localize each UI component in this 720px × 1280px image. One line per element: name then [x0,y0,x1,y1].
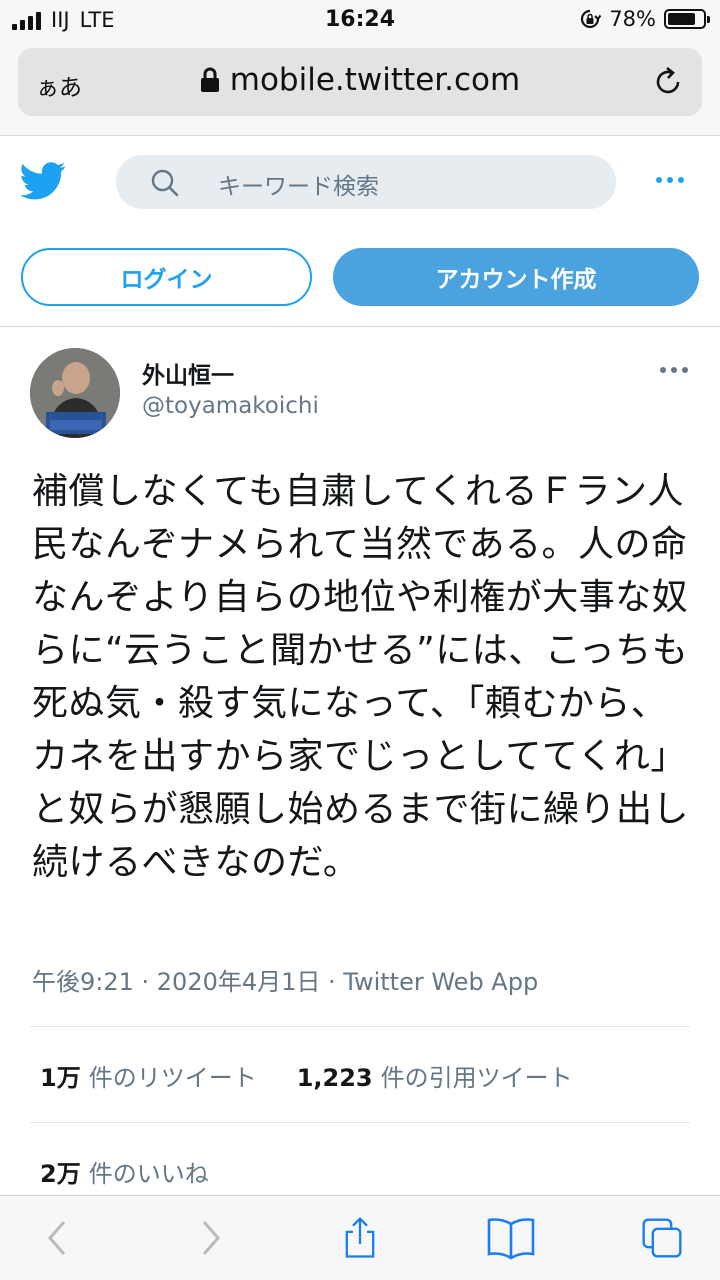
twitter-bird-icon[interactable] [20,161,66,201]
author-handle[interactable]: @toyamakoichi [142,393,319,419]
more-menu-icon[interactable] [656,177,684,183]
signup-button[interactable]: アカウント作成 [333,248,699,306]
rotation-lock-icon [581,9,602,29]
status-right: 78% [579,7,710,31]
forward-icon[interactable] [196,1216,226,1260]
divider [30,1122,690,1123]
quotes-stat[interactable]: 1,223 件の引用ツイート [297,1058,573,1093]
address-bar[interactable]: ぁあ mobile.twitter.com [18,48,702,116]
retweets-count: 1万 [40,1064,81,1092]
tweet-more-icon[interactable] [660,367,688,373]
avatar[interactable] [30,348,120,438]
twitter-header: キーワード検索 [0,137,720,227]
reload-icon[interactable] [650,64,686,100]
author-name[interactable]: 外山恒一 [142,356,234,390]
login-button[interactable]: ログイン [21,248,312,306]
likes-stat[interactable]: 2万 件のいいね [40,1154,209,1189]
tweet-text: 補償しなくても自粛してくれるＦラン人民なんぞナメられて当然である。人の命なんぞよ… [32,471,690,883]
likes-count: 2万 [40,1160,81,1188]
battery-fill [668,13,695,25]
quotes-label: 件の引用ツイート [380,1064,573,1092]
battery-percent: 78% [609,7,656,31]
retweets-label: 件のリツイート [88,1064,257,1092]
search-placeholder: キーワード検索 [218,174,379,200]
battery-icon [664,9,710,29]
search-field[interactable]: キーワード検索 [116,155,616,209]
avatar-image [30,348,120,438]
tabs-icon[interactable] [638,1216,686,1260]
tweet-timestamp[interactable]: 午後9:21 · 2020年4月1日 · Twitter Web App [32,962,538,997]
divider [0,326,720,327]
url-text: mobile.twitter.com [229,62,521,98]
bookmarks-icon[interactable] [486,1216,536,1260]
share-icon[interactable] [340,1216,380,1260]
quotes-count: 1,223 [296,1064,373,1092]
retweets-stat[interactable]: 1万 件のリツイート [40,1058,257,1093]
likes-label: 件のいいね [88,1160,209,1188]
status-bar: IIJ LTE 16:24 78% [0,0,720,40]
url-display[interactable]: mobile.twitter.com [18,62,702,98]
browser-address-area: ぁあ mobile.twitter.com [0,40,720,136]
tweet-stats-row: 1万 件のリツイート 1,223 件の引用ツイート [40,1058,573,1093]
search-icon [151,169,179,197]
lock-icon [200,67,219,92]
browser-toolbar [0,1195,720,1280]
back-icon[interactable] [42,1216,72,1260]
divider [30,1026,690,1027]
